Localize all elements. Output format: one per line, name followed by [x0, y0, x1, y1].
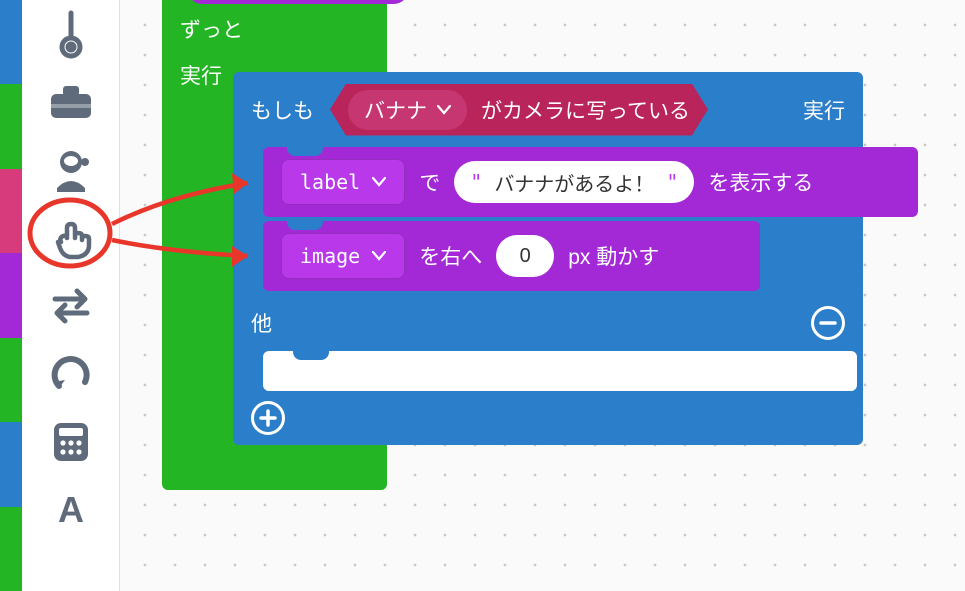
text-value: バナナがあるよ！ — [494, 168, 654, 197]
move-image-block[interactable]: image を右へ 0 px 動かす — [263, 221, 760, 291]
chevron-down-icon — [372, 251, 386, 261]
minus-icon — [819, 314, 837, 332]
chevron-down-icon — [437, 105, 451, 115]
remove-else-button[interactable] — [811, 306, 845, 340]
dropdown-value: label — [300, 170, 360, 194]
text-icon[interactable]: A — [22, 476, 120, 544]
condition-camera-detects[interactable]: バナナ がカメラに写っている — [330, 84, 708, 136]
block-text-pre: を右へ — [419, 241, 482, 271]
widget-selector-dropdown[interactable]: image — [281, 233, 405, 279]
plus-icon — [259, 409, 277, 427]
if-exec-label: 実行 — [803, 95, 845, 125]
astronaut-icon[interactable] — [22, 136, 120, 204]
text-input-oval[interactable]: " バナナがあるよ！ " — [454, 161, 694, 203]
condition-object-dropdown[interactable]: バナナ — [348, 90, 467, 130]
condition-suffix: がカメラに写っている — [481, 95, 690, 125]
toolbox-icon[interactable] — [22, 68, 120, 136]
else-header: 他 — [233, 295, 863, 351]
set-label-text-block[interactable]: label で " バナナがあるよ！ " を表示する — [263, 147, 918, 217]
svg-text:A: A — [58, 490, 84, 530]
chevron-down-icon — [372, 177, 386, 187]
calculator-icon[interactable] — [22, 408, 120, 476]
loop-forever-label: ずっと — [162, 0, 387, 52]
block-text-mid: で — [419, 167, 440, 197]
pointer-icon[interactable] — [22, 204, 120, 272]
block-connector-cap — [188, 0, 408, 4]
block-text-suffix: を表示する — [708, 167, 813, 197]
undo-icon[interactable] — [22, 340, 120, 408]
toolbox-column: A — [22, 0, 120, 591]
if-keyword: もしも — [251, 95, 314, 125]
number-value: 0 — [520, 245, 531, 268]
swap-icon[interactable] — [22, 272, 120, 340]
if-block[interactable]: もしも バナナ がカメラに写っている 実行 label で " バナナがあるよ！… — [233, 72, 863, 445]
else-body-slot[interactable] — [263, 351, 857, 391]
thermometer-icon[interactable] — [22, 0, 120, 68]
category-color-strip — [0, 0, 22, 591]
add-branch-button[interactable] — [251, 401, 285, 435]
dropdown-value: バナナ — [364, 95, 427, 125]
block-text-post: px 動かす — [568, 241, 659, 271]
widget-selector-dropdown[interactable]: label — [281, 159, 405, 205]
if-body: label で " バナナがあるよ！ " を表示する image を右へ 0 p… — [233, 147, 863, 291]
dropdown-value: image — [300, 244, 360, 268]
else-keyword: 他 — [251, 308, 272, 338]
if-header: もしも バナナ がカメラに写っている 実行 — [233, 72, 863, 147]
number-input-oval[interactable]: 0 — [496, 235, 554, 277]
